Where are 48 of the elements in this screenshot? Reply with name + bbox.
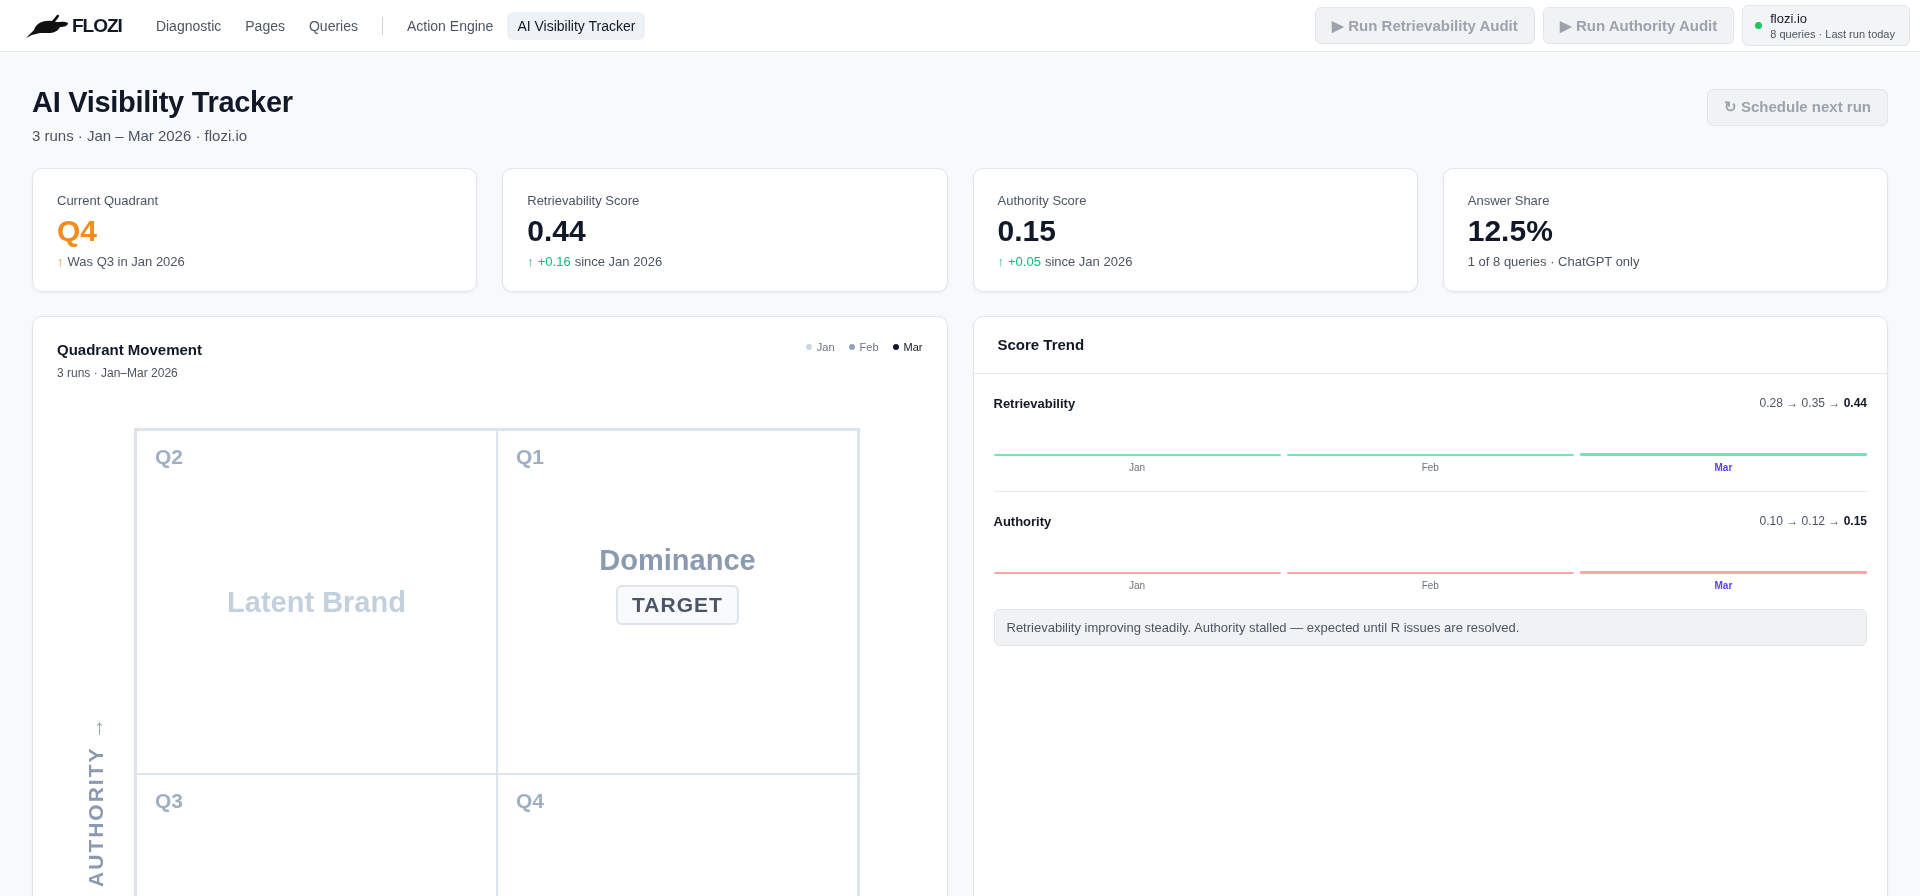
- target-badge: TARGET: [616, 584, 739, 625]
- card-subtitle: 3 runs · Jan–Mar 2026: [57, 366, 179, 380]
- nav-tab[interactable]: AI Visibility Tracker: [507, 11, 646, 40]
- quadrant-title: Latent Brand: [227, 585, 406, 619]
- nav-tab[interactable]: Queries: [298, 11, 368, 40]
- month-label: Mar: [1714, 462, 1733, 473]
- quadrant-title: Dominance: [599, 543, 756, 577]
- month-label: Feb: [1421, 580, 1439, 591]
- stat-delta: ↑ +0.05 since Jan 2026: [997, 254, 1134, 269]
- metric-values: 0.10 → 0.12 → 0.15: [1759, 514, 1867, 529]
- metric-name: Authority: [993, 514, 1052, 529]
- legend-label: Feb: [859, 341, 879, 353]
- quadrant-label: Q4: [516, 789, 544, 813]
- stat-value: Q4: [57, 214, 99, 248]
- stat-label: Current Quadrant: [57, 193, 160, 208]
- nav-tab[interactable]: Action Engine: [397, 11, 504, 40]
- brand-name: FLOZI: [72, 14, 122, 37]
- quadrant-label: Q3: [155, 789, 183, 813]
- metric-values: 0.28 → 0.35 → 0.44: [1759, 396, 1867, 411]
- stat-value: 0.44: [527, 214, 587, 248]
- nav-tab[interactable]: Pages: [235, 11, 295, 40]
- stat-delta: ↑ +0.16 since Jan 2026: [527, 254, 664, 269]
- month-label: Jan: [1129, 580, 1146, 591]
- site-meta: 8 queries · Last run today: [1770, 28, 1895, 40]
- stat-value: 0.15: [997, 214, 1057, 248]
- axis-label: AUTHORITY →: [83, 716, 108, 887]
- card-title: Quadrant Movement: [57, 341, 203, 358]
- metric-name: Retrievability: [993, 396, 1076, 411]
- nav-tab[interactable]: Diagnostic: [145, 11, 232, 40]
- stat-delta: 1 of 8 queries · ChatGPT only: [1467, 254, 1641, 269]
- quadrant-label: Q1: [516, 445, 544, 469]
- stat-value: 12.5%: [1467, 214, 1554, 248]
- quadrant-label: Q2: [155, 445, 183, 469]
- site-name: flozi.io: [1770, 11, 1809, 26]
- insight-note: Retrievability improving steadily. Authority stalled — expected until R issues are resolved.: [993, 609, 1867, 646]
- stat-label: Retrievability Score: [527, 193, 641, 208]
- month-label: Mar: [1714, 580, 1733, 591]
- stat-label: Authority Score: [997, 193, 1088, 208]
- page-title: AI Visibility Tracker: [32, 86, 293, 119]
- legend-label: Mar: [903, 341, 923, 353]
- legend-label: Jan: [816, 341, 835, 353]
- stat-label: Answer Share: [1467, 193, 1551, 208]
- card-title: Score Trend: [997, 336, 1085, 353]
- month-label: Feb: [1421, 462, 1439, 473]
- stat-delta: ↑ Was Q3 in Jan 2026: [57, 254, 186, 269]
- site-badge[interactable]: flozi.io 8 queries · Last run today: [1742, 5, 1910, 46]
- page-subtitle: 3 runs · Jan – Mar 2026 · flozi.io: [32, 127, 249, 144]
- month-label: Jan: [1129, 462, 1146, 473]
